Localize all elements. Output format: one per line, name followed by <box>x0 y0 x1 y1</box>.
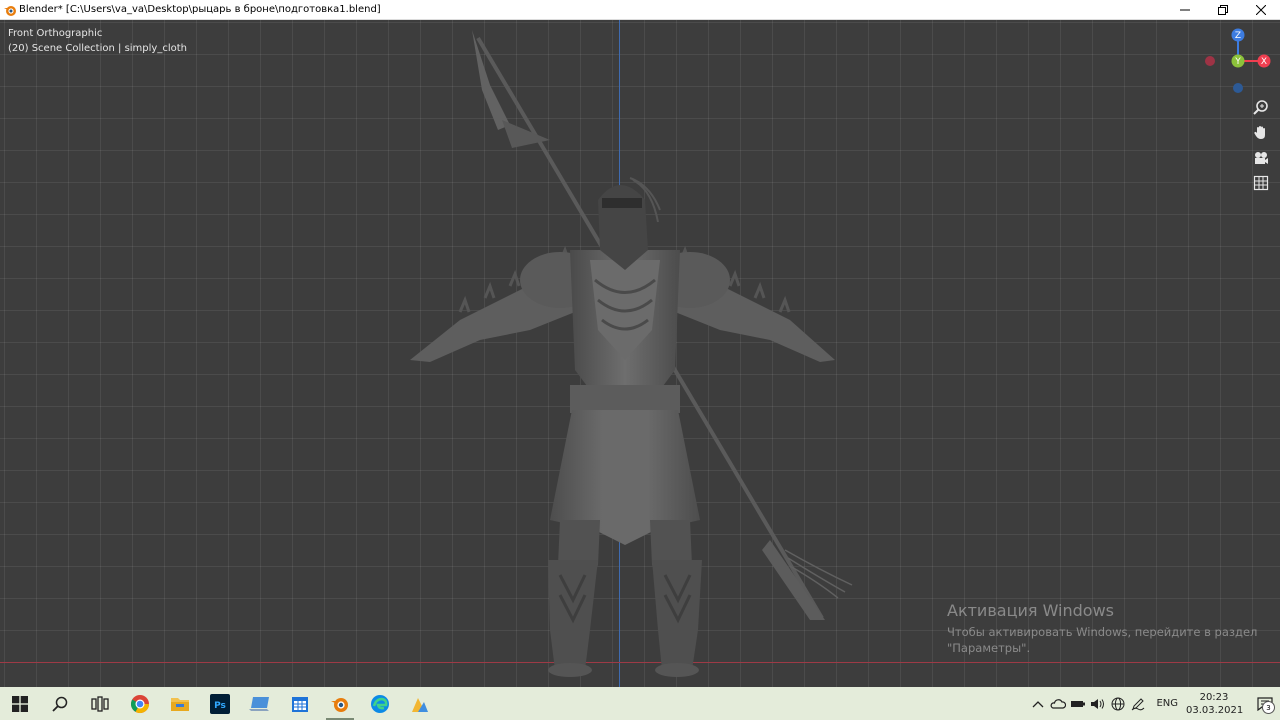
camera-view-button[interactable] <box>1250 147 1272 169</box>
notification-count-badge: 3 <box>1262 701 1275 714</box>
close-icon <box>1256 4 1266 15</box>
chrome-icon <box>130 694 149 713</box>
chrome-taskbar-item[interactable] <box>120 687 160 720</box>
edge-taskbar-item[interactable] <box>360 687 400 720</box>
search-icon <box>52 696 68 712</box>
cloud-icon <box>1050 698 1067 709</box>
notification-center-button[interactable]: 3 <box>1250 687 1280 720</box>
windows-activation-watermark: Активация Windows Чтобы активировать Win… <box>947 601 1257 656</box>
zoom-icon <box>1253 100 1268 115</box>
globe-icon <box>1111 697 1125 710</box>
clock-time: 20:23 <box>1199 691 1229 703</box>
speaker-icon <box>1091 698 1105 709</box>
start-button[interactable] <box>0 687 40 720</box>
windows-start-icon <box>12 695 28 712</box>
minimize-button[interactable] <box>1166 0 1204 19</box>
task-view-icon <box>91 695 109 712</box>
battery-icon <box>1071 700 1086 707</box>
battery-tray-button[interactable] <box>1068 687 1088 720</box>
taskbar: Ps ENG 20:23 03.03.2021 3 <box>0 687 1280 720</box>
edge-icon <box>371 694 389 713</box>
close-button[interactable] <box>1242 0 1280 19</box>
perspective-toggle-button[interactable] <box>1250 172 1272 194</box>
show-hidden-icons-button[interactable] <box>1028 687 1048 720</box>
gizmo-y-label: Y <box>1234 57 1241 67</box>
gizmo-z-label: Z <box>1235 31 1241 41</box>
pen-tray-button[interactable] <box>1128 687 1148 720</box>
gizmo-neg-x-dot[interactable] <box>1205 56 1215 66</box>
search-button[interactable] <box>40 687 80 720</box>
photoshop-icon: Ps <box>210 693 230 714</box>
pan-button[interactable] <box>1250 121 1272 143</box>
system-tray: ENG 20:23 03.03.2021 3 <box>1028 687 1280 720</box>
pen-icon <box>1132 697 1145 710</box>
photoshop-taskbar-item[interactable]: Ps <box>200 687 240 720</box>
clock[interactable]: 20:23 03.03.2021 <box>1186 691 1244 717</box>
network-tray-button[interactable] <box>1108 687 1128 720</box>
file-explorer-taskbar-item[interactable] <box>160 687 200 720</box>
hand-pan-icon <box>1254 126 1265 139</box>
gizmo-x-label: X <box>1261 57 1267 67</box>
maximize-button[interactable] <box>1204 0 1242 19</box>
blender-taskbar-item[interactable] <box>320 687 360 720</box>
onedrive-tray-button[interactable] <box>1048 687 1068 720</box>
file-explorer-icon <box>171 697 189 711</box>
clock-date: 03.03.2021 <box>1186 704 1244 716</box>
collection-info-label: (20) Scene Collection | simply_cloth <box>8 43 187 54</box>
3d-viewport[interactable]: Front Orthographic (20) Scene Collection… <box>0 20 1280 687</box>
volume-tray-button[interactable] <box>1088 687 1108 720</box>
gizmo-neg-z-dot[interactable] <box>1233 83 1243 93</box>
blender-icon <box>4 5 16 16</box>
activation-line-1: Чтобы активировать Windows, перейдите в … <box>947 625 1258 639</box>
knight-model[interactable] <box>390 30 860 680</box>
navigation-gizmo[interactable]: Z Y X <box>1200 26 1280 106</box>
language-indicator[interactable]: ENG <box>1156 698 1178 709</box>
calendar-icon <box>292 696 308 712</box>
minimize-icon <box>1180 9 1190 10</box>
sketch-taskbar-item[interactable] <box>400 687 440 720</box>
maximize-icon <box>1218 4 1228 15</box>
chevron-up-icon <box>1032 700 1044 707</box>
view-name-label: Front Orthographic <box>8 28 103 39</box>
sketch-icon <box>412 697 428 712</box>
photoshop-label: Ps <box>214 701 226 711</box>
activation-line-2: "Параметры". <box>947 641 1031 655</box>
activation-title: Активация Windows <box>947 601 1114 620</box>
zoom-button[interactable] <box>1250 96 1272 118</box>
title-bar: Blender* [C:\Users\va_va\Desktop\рыцарь … <box>0 0 1280 20</box>
laptop-icon <box>249 696 269 711</box>
blender-icon <box>331 697 348 712</box>
grid-perspective-icon <box>1253 175 1269 191</box>
window-title: Blender* [C:\Users\va_va\Desktop\рыцарь … <box>19 4 381 15</box>
laptop-taskbar-item[interactable] <box>240 687 280 720</box>
camera-icon <box>1255 152 1268 164</box>
task-view-button[interactable] <box>80 687 120 720</box>
calendar-taskbar-item[interactable] <box>280 687 320 720</box>
